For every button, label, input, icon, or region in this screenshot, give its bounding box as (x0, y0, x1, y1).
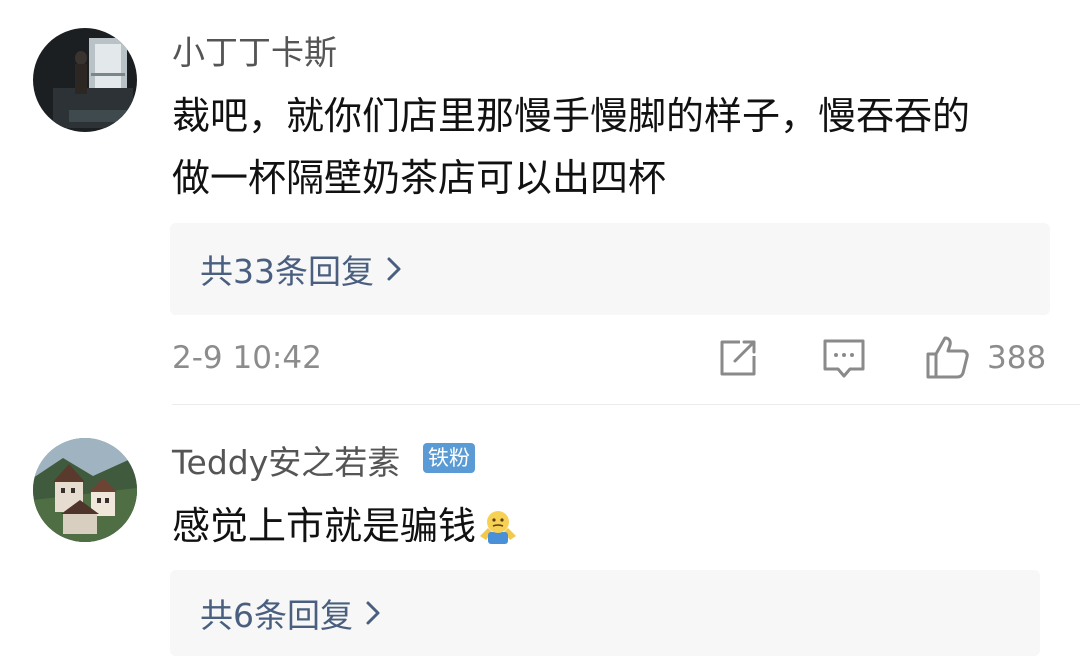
shrug-emoji (478, 506, 518, 546)
comment-text: 感觉上市就是骗钱 (172, 488, 518, 564)
like-icon[interactable] (925, 334, 971, 384)
username[interactable]: Teddy安之若素 (172, 446, 400, 479)
replies-label: 共33条回复 (200, 252, 374, 291)
view-replies-button[interactable]: 共33条回复 (170, 223, 1050, 315)
avatar[interactable] (33, 28, 137, 132)
view-replies-button[interactable]: 共6条回复 (170, 570, 1040, 656)
divider (172, 404, 1080, 405)
comment-icon[interactable] (822, 338, 866, 384)
chevron-right-icon (386, 256, 402, 282)
timestamp: 2-9 10:42 (172, 340, 322, 376)
comment-text-content: 感觉上市就是骗钱 (172, 504, 477, 548)
username[interactable]: 小丁丁卡斯 (172, 36, 337, 69)
fan-badge: 铁粉 (423, 443, 475, 473)
like-count: 388 (987, 340, 1047, 376)
avatar[interactable] (33, 438, 137, 542)
share-icon[interactable] (718, 338, 758, 382)
comment-text-line: 做一杯隔壁奶茶店可以出四杯 (172, 156, 667, 200)
replies-label: 共6条回复 (200, 596, 353, 635)
chevron-right-icon (365, 600, 381, 626)
